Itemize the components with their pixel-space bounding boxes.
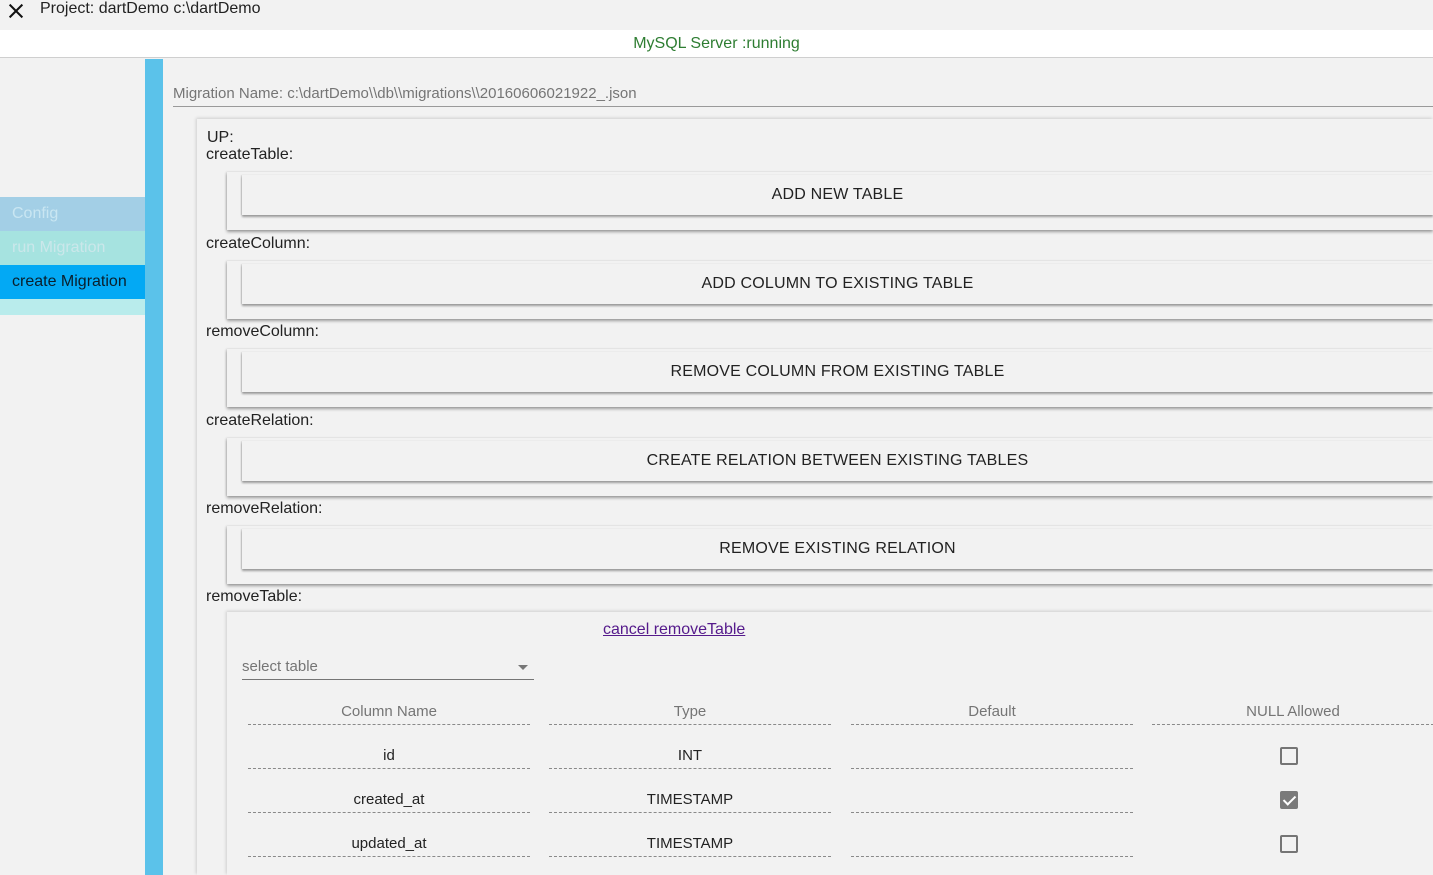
row-created-at-null-checkbox[interactable] [1280, 791, 1298, 809]
section-label-create-relation: createRelation: [206, 412, 314, 429]
row-id-type: INT [549, 743, 831, 769]
select-table-placeholder: select table [242, 658, 318, 675]
column-header-name: Column Name [248, 699, 530, 725]
server-status-text: MySQL Server :running [633, 35, 800, 52]
create-table-card: ADD NEW TABLE [227, 172, 1433, 230]
column-header-null-allowed: NULL Allowed [1152, 699, 1433, 725]
title-bar: Project: dartDemo c:\dartDemo [0, 0, 1433, 30]
section-label-create-column: createColumn: [206, 235, 311, 252]
sidebar-spacer [0, 299, 145, 315]
row-id-null-checkbox[interactable] [1280, 747, 1298, 765]
create-relation-card: CREATE RELATION BETWEEN EXISTING TABLES [227, 438, 1433, 496]
section-label-remove-table: removeTable: [206, 588, 303, 605]
cancel-remove-table-link[interactable]: cancel removeTable [603, 621, 745, 639]
column-header-type: Type [549, 699, 831, 725]
remove-relation-button[interactable]: REMOVE EXISTING RELATION [242, 529, 1433, 569]
remove-table-card: cancel removeTable select table Column N… [227, 612, 1433, 875]
row-updated-at-name: updated_at [248, 831, 530, 857]
window-title: Project: dartDemo c:\dartDemo [40, 0, 261, 17]
section-label-create-table: createTable: [206, 146, 294, 163]
sidebar-accent-bar [145, 59, 163, 875]
select-table-dropdown[interactable]: select table [242, 654, 534, 680]
dropdown-arrow-icon [518, 665, 528, 670]
section-label-remove-relation: removeRelation: [206, 500, 323, 517]
row-updated-at-null-checkbox[interactable] [1280, 835, 1298, 853]
row-updated-at-default [851, 831, 1133, 857]
row-id-name: id [248, 743, 530, 769]
create-relation-button[interactable]: CREATE RELATION BETWEEN EXISTING TABLES [242, 441, 1433, 481]
row-id-default [851, 743, 1133, 769]
sidebar-item-create-migration[interactable]: create Migration [0, 265, 145, 299]
add-column-button[interactable]: ADD COLUMN TO EXISTING TABLE [242, 264, 1433, 304]
migration-name-field[interactable]: Migration Name: c:\dartDemo\\db\\migrati… [173, 83, 1433, 107]
close-icon[interactable] [7, 2, 25, 20]
add-new-table-button[interactable]: ADD NEW TABLE [242, 175, 1433, 215]
column-header-default: Default [851, 699, 1133, 725]
row-created-at-default [851, 787, 1133, 813]
section-label-remove-column: removeColumn: [206, 323, 319, 340]
remove-relation-card: REMOVE EXISTING RELATION [227, 526, 1433, 584]
remove-column-card: REMOVE COLUMN FROM EXISTING TABLE [227, 349, 1433, 407]
up-label: UP: [207, 129, 234, 146]
row-updated-at-type: TIMESTAMP [549, 831, 831, 857]
row-created-at-type: TIMESTAMP [549, 787, 831, 813]
row-created-at-name: created_at [248, 787, 530, 813]
server-status-bar: MySQL Server :running [0, 30, 1433, 58]
remove-column-button[interactable]: REMOVE COLUMN FROM EXISTING TABLE [242, 352, 1433, 392]
main-content: Migration Name: c:\dartDemo\\db\\migrati… [163, 59, 1433, 875]
sidebar-item-config[interactable]: Config [0, 197, 145, 231]
create-column-card: ADD COLUMN TO EXISTING TABLE [227, 261, 1433, 319]
sidebar-item-run-migration[interactable]: run Migration [0, 231, 145, 265]
sidebar: Config run Migration create Migration [0, 59, 145, 875]
